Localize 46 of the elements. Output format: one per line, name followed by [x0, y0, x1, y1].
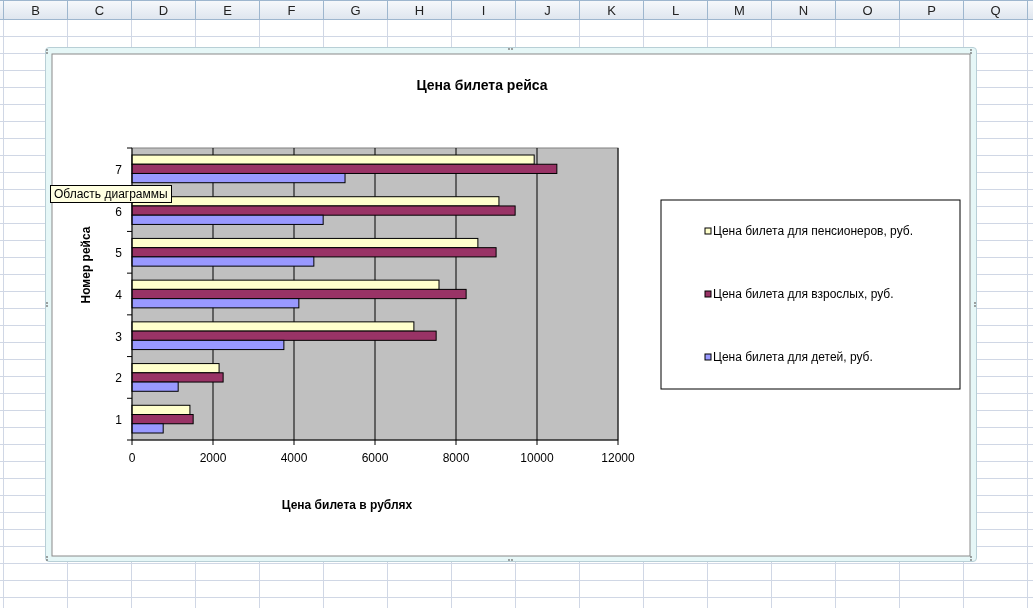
axis-label: 0 [128, 451, 136, 465]
axis-label: 8000 [442, 451, 470, 465]
resize-handle-icon[interactable] [508, 48, 513, 50]
axis-label: 3 [115, 329, 122, 344]
resize-handle-icon[interactable] [508, 559, 513, 561]
axis-label: 10000 [520, 451, 554, 465]
axis-label: 2000 [199, 451, 227, 465]
column-header[interactable]: P [900, 1, 964, 19]
column-header[interactable]: C [68, 1, 132, 19]
resize-handle-icon[interactable] [46, 49, 48, 54]
column-header[interactable]: M [708, 1, 772, 19]
axis-label: 4 [115, 288, 122, 302]
bar [131, 404, 191, 415]
column-header[interactable]: O [836, 1, 900, 19]
chart-title: Цена билета рейса [416, 77, 548, 93]
axis-label: 5 [115, 246, 122, 261]
column-header[interactable]: H [388, 1, 452, 19]
axis-label: 7 [115, 162, 122, 177]
column-header[interactable]: L [644, 1, 708, 19]
legend-label: Цена билета для детей, руб. [713, 350, 873, 364]
axis-label: 6000 [361, 451, 389, 465]
resize-handle-icon[interactable] [974, 302, 976, 307]
column-header[interactable]: B [4, 1, 68, 19]
x-axis-title: Цена билета в рублях [281, 498, 413, 512]
column-header[interactable]: N [772, 1, 836, 19]
column-header[interactable]: Q [964, 1, 1028, 19]
y-axis-title: Номер рейса [79, 226, 93, 304]
axis-label: 4000 [280, 451, 308, 465]
axis-label: 12000 [601, 451, 635, 465]
legend-label: Цена билета для взрослых, руб. [713, 287, 894, 301]
legend-label: Цена билета для пенсионеров, руб. [713, 224, 913, 238]
column-header[interactable]: K [580, 1, 644, 19]
resize-handle-icon[interactable] [46, 302, 48, 307]
column-header[interactable]: J [516, 1, 580, 19]
column-header[interactable]: D [132, 1, 196, 19]
tooltip: Область диаграммы [50, 185, 172, 203]
column-header[interactable]: G [324, 1, 388, 19]
axis-label: 6 [115, 204, 122, 219]
resize-handle-icon[interactable] [970, 49, 972, 54]
column-header[interactable]: F [260, 1, 324, 19]
column-header[interactable]: I [452, 1, 516, 19]
column-header[interactable]: E [196, 1, 260, 19]
axis-label: 2 [115, 371, 122, 386]
resize-handle-icon[interactable] [970, 556, 972, 561]
axis-label: 1 [115, 413, 122, 428]
resize-handle-icon[interactable] [46, 556, 48, 561]
